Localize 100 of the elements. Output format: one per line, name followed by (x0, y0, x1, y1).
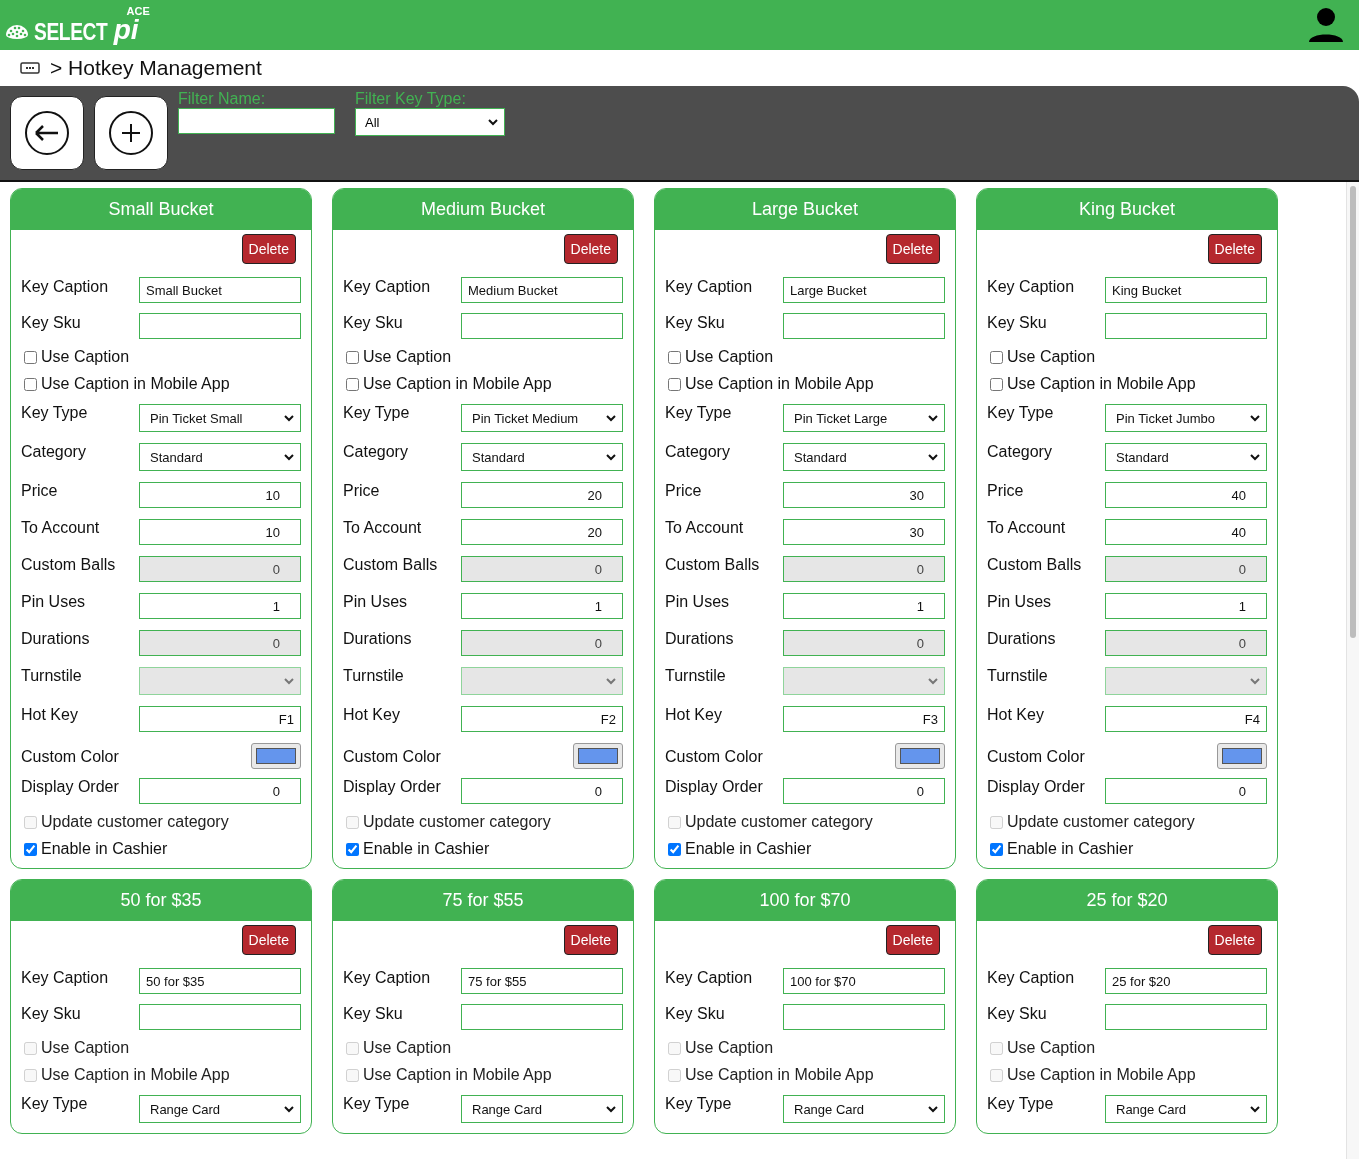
card-title: 25 for $20 (977, 880, 1277, 921)
dropdown[interactable]: Standard (1105, 443, 1267, 471)
field-label: Custom Color (665, 747, 763, 766)
field-label: Pin Uses (987, 593, 1052, 611)
input-field[interactable]: 1 (783, 593, 945, 619)
field-label: Key Sku (21, 314, 81, 332)
input-field[interactable]: 20 (461, 519, 623, 545)
input-field[interactable] (461, 313, 623, 339)
delete-button[interactable]: Delete (1207, 925, 1262, 955)
user-avatar-icon[interactable] (1307, 6, 1345, 44)
delete-button[interactable]: Delete (563, 925, 618, 955)
input-field[interactable]: 10 (139, 482, 301, 508)
color-picker[interactable] (573, 743, 623, 769)
delete-button[interactable]: Delete (1207, 234, 1262, 264)
input-field[interactable] (139, 1004, 301, 1030)
input-field[interactable]: 0 (461, 778, 623, 804)
input-field[interactable]: 25 for $20 (1105, 968, 1267, 994)
input-field[interactable] (139, 313, 301, 339)
dropdown[interactable]: Range Card (1105, 1095, 1267, 1123)
checkbox[interactable] (24, 350, 37, 364)
field-label: To Account (987, 519, 1066, 537)
field-label: Custom Balls (665, 556, 760, 574)
delete-button[interactable]: Delete (241, 925, 296, 955)
input-field[interactable] (461, 1004, 623, 1030)
delete-button[interactable]: Delete (885, 234, 940, 264)
input-field[interactable]: Medium Bucket (461, 277, 623, 303)
checkbox[interactable] (24, 842, 37, 856)
input-field[interactable]: King Bucket (1105, 277, 1267, 303)
chevron-down-icon (1250, 453, 1260, 461)
input-field[interactable]: F3 (783, 706, 945, 732)
dropdown[interactable]: Standard (139, 443, 301, 471)
input-field[interactable]: F1 (139, 706, 301, 732)
card-title: King Bucket (977, 189, 1277, 230)
checkbox[interactable] (990, 842, 1003, 856)
checkbox[interactable] (346, 842, 359, 856)
field-label: Pin Uses (21, 593, 86, 611)
field-label: Hot Key (21, 706, 78, 724)
field-label: Display Order (21, 778, 119, 796)
dropdown[interactable]: Pin Ticket Large (783, 404, 945, 432)
field-label: Key Caption (665, 278, 753, 296)
input-field[interactable]: 100 for $70 (783, 968, 945, 994)
checkbox[interactable] (668, 350, 681, 364)
input-field[interactable]: 0 (139, 778, 301, 804)
input-field[interactable]: 30 (783, 482, 945, 508)
input-field[interactable]: 10 (139, 519, 301, 545)
back-button[interactable] (10, 96, 84, 170)
checkbox[interactable] (346, 377, 359, 391)
dropdown[interactable]: Pin Ticket Medium (461, 404, 623, 432)
filter-name-field[interactable] (178, 108, 335, 134)
input-field[interactable]: 30 (783, 519, 945, 545)
input-field[interactable] (1105, 1004, 1267, 1030)
input-field[interactable]: 0 (783, 778, 945, 804)
input-field[interactable] (1105, 313, 1267, 339)
input-field[interactable]: 1 (139, 593, 301, 619)
dropdown[interactable]: Range Card (783, 1095, 945, 1123)
input-field[interactable]: 40 (1105, 482, 1267, 508)
key-type-dropdown[interactable]: All (355, 108, 505, 136)
keyboard-icon (20, 62, 40, 74)
input-field[interactable]: 20 (461, 482, 623, 508)
add-button[interactable] (94, 96, 168, 170)
chevron-down-icon (928, 453, 938, 461)
checkbox[interactable] (990, 350, 1003, 364)
input-field[interactable]: 0 (1105, 778, 1267, 804)
checkbox[interactable] (990, 377, 1003, 391)
checkbox-label: Use Caption in Mobile App (41, 375, 230, 393)
input-field[interactable] (783, 1004, 945, 1030)
dropdown[interactable]: Standard (461, 443, 623, 471)
color-picker[interactable] (895, 743, 945, 769)
dropdown[interactable]: Pin Ticket Small (139, 404, 301, 432)
input-field[interactable]: 1 (1105, 593, 1267, 619)
input-field[interactable] (783, 313, 945, 339)
checkbox[interactable] (668, 842, 681, 856)
input-field[interactable]: 50 for $35 (139, 968, 301, 994)
checkbox-label: Use Caption in Mobile App (685, 1066, 874, 1084)
dropdown[interactable]: Range Card (139, 1095, 301, 1123)
dropdown[interactable]: Standard (783, 443, 945, 471)
chevron-down-icon (606, 414, 616, 422)
input-field[interactable]: 1 (461, 593, 623, 619)
delete-button[interactable]: Delete (563, 234, 618, 264)
input-field[interactable]: F4 (1105, 706, 1267, 732)
input-field[interactable]: Large Bucket (783, 277, 945, 303)
delete-button[interactable]: Delete (241, 234, 296, 264)
input-field[interactable]: F2 (461, 706, 623, 732)
field-label: Key Type (21, 404, 88, 422)
delete-button[interactable]: Delete (885, 925, 940, 955)
checkbox[interactable] (346, 350, 359, 364)
field-label: Custom Balls (343, 556, 438, 574)
input-field[interactable]: 40 (1105, 519, 1267, 545)
checkbox-label: Use Caption in Mobile App (363, 375, 552, 393)
checkbox[interactable] (24, 377, 37, 391)
input-field[interactable]: 75 for $55 (461, 968, 623, 994)
checkbox[interactable] (668, 377, 681, 391)
dropdown[interactable]: Range Card (461, 1095, 623, 1123)
dropdown[interactable]: Pin Ticket Jumbo (1105, 404, 1267, 432)
chevron-down-icon (1250, 677, 1260, 685)
color-picker[interactable] (1217, 743, 1267, 769)
chevron-down-icon (606, 453, 616, 461)
scrollbar[interactable] (1346, 182, 1359, 1159)
color-picker[interactable] (251, 743, 301, 769)
input-field[interactable]: Small Bucket (139, 277, 301, 303)
